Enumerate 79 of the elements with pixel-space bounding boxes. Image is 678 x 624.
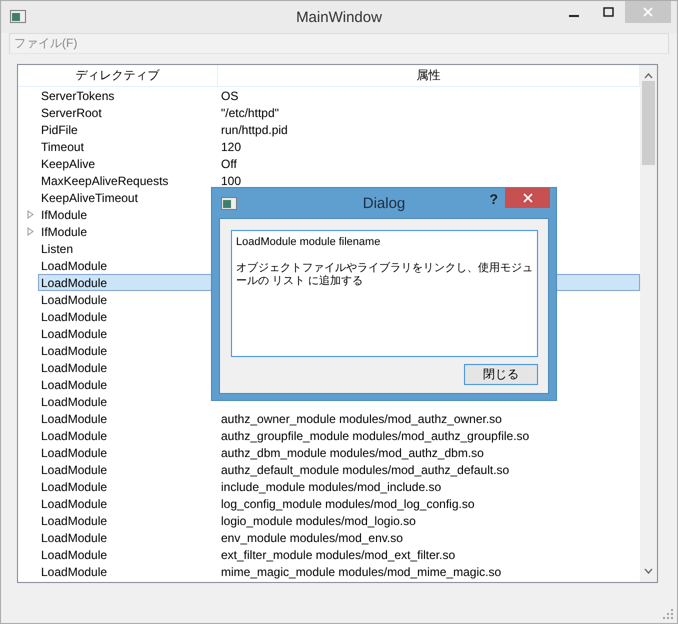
expand-arrow-icon[interactable] <box>26 227 34 236</box>
tree-row[interactable]: ServerRoot "/etc/httpd" <box>38 104 640 121</box>
close-icon <box>643 7 653 17</box>
directive-cell-text: LoadModule <box>40 292 108 306</box>
attribute-cell: log_config_module modules/mod_log_config.so <box>221 496 474 510</box>
directive-cell-text: LoadModule <box>40 462 108 476</box>
attribute-cell: mime_magic_module modules/mod_mime_magic.so <box>221 564 502 578</box>
tree-row[interactable]: LoadModule include_module modules/mod_include.so <box>38 478 640 495</box>
directive-cell-text: LoadModule <box>40 564 108 578</box>
directive-cell-text: LoadModule <box>40 412 108 426</box>
tree-row[interactable]: LoadModule ext_filter_module modules/mod_ext_filter.so <box>38 546 640 563</box>
window-title: MainWindow <box>296 8 382 26</box>
directive-cell-text: MaxKeepAliveRequests <box>40 174 170 188</box>
tree-row[interactable]: LoadModule authz_dbm_module modules/mod_authz_dbm.so <box>38 444 640 461</box>
directive-cell-text: LoadModule <box>40 378 108 392</box>
directive-cell-text: IfModule <box>40 224 88 238</box>
help-button[interactable]: ? <box>489 191 498 207</box>
column-header[interactable]: ディレクティブ <box>18 65 218 86</box>
resize-grip-icon[interactable] <box>663 609 673 619</box>
directive-cell-text: PidFile <box>40 122 79 136</box>
app-icon <box>221 197 237 210</box>
description-box[interactable]: LoadModule module filename オブジェクトファイルやライブラリをリンクし、使用モジュールの リスト に追加する <box>231 230 538 357</box>
tree-row[interactable]: LoadModule env_module modules/mod_env.so <box>38 529 640 546</box>
scroll-up-icon[interactable] <box>644 73 653 79</box>
tree-row[interactable]: Timeout 120 <box>38 138 640 155</box>
attribute-cell: run/httpd.pid <box>221 122 288 136</box>
attribute-cell: authz_dbm_module modules/mod_authz_dbm.so <box>221 446 484 460</box>
tree-row[interactable]: LoadModule authz_owner_module modules/mod_authz_owner.so <box>38 410 640 427</box>
tree-row[interactable]: LoadModule logio_module modules/mod_logio.so <box>38 512 640 529</box>
scroll-thumb[interactable] <box>642 81 655 165</box>
directive-cell-text: LoadModule <box>40 428 108 442</box>
attribute-cell: Off <box>221 156 237 170</box>
attribute-cell: OS <box>221 88 238 102</box>
tree-row[interactable]: LoadModule authz_groupfile_module modules/mod_authz_groupfile.so <box>38 427 640 444</box>
attribute-cell: env_module modules/mod_env.so <box>221 530 403 544</box>
directive-cell-text: LoadModule <box>40 496 108 510</box>
app-icon <box>10 10 26 23</box>
tree-row[interactable]: ServerTokens OS <box>38 87 640 104</box>
expand-arrow-icon[interactable] <box>26 210 34 219</box>
scroll-down-icon[interactable] <box>644 568 653 574</box>
tree-row[interactable]: KeepAlive Off <box>38 155 640 172</box>
attribute-cell: logio_module modules/mod_logio.so <box>221 514 416 528</box>
minimize-icon <box>569 14 579 16</box>
directive-cell-text: LoadModule <box>40 276 108 290</box>
directive-cell-text: LoadModule <box>40 480 108 494</box>
tree-row[interactable]: MaxKeepAliveRequests 100 <box>38 172 640 189</box>
maximize-icon <box>602 7 614 17</box>
directive-cell-text: KeepAlive <box>40 156 96 170</box>
tree-row[interactable]: LoadModule log_config_module modules/mod_log_config.so <box>38 495 640 512</box>
directive-cell-text: ServerTokens <box>40 88 116 102</box>
directive-cell-text: LoadModule <box>40 514 108 528</box>
syntax-text: LoadModule module filename <box>236 236 382 249</box>
directive-cell-text: LoadModule <box>40 326 108 340</box>
dialog-title: Dialog <box>362 194 406 212</box>
directive-cell-text: LoadModule <box>40 446 108 460</box>
attribute-cell: authz_owner_module modules/mod_authz_owner.so <box>221 412 502 426</box>
tree-row[interactable]: LoadModule mime_magic_module modules/mod_mime_magic.so <box>38 563 640 580</box>
attribute-cell: authz_default_module modules/mod_authz_default.so <box>221 462 510 476</box>
directive-cell-text: LoadModule <box>40 310 108 324</box>
attribute-cell: ext_filter_module modules/mod_ext_filter.so <box>221 548 456 562</box>
directive-cell-text: LoadModule <box>40 394 108 408</box>
directive-cell-text: LoadModule <box>40 548 108 562</box>
tree-row[interactable]: PidFile run/httpd.pid <box>38 121 640 138</box>
close-button[interactable] <box>505 188 550 208</box>
attribute-cell: authz_groupfile_module modules/mod_authz_groupfile.so <box>221 428 530 442</box>
attribute-cell: 100 <box>221 174 242 188</box>
attribute-cell: "/etc/httpd" <box>221 106 279 120</box>
directive-cell-text: LoadModule <box>40 344 108 358</box>
directive-cell-text: LoadModule <box>40 530 108 544</box>
tree-row[interactable]: LoadModule authz_default_module modules/mod_authz_default.so <box>38 461 640 478</box>
attribute-cell: 120 <box>221 140 242 154</box>
scrollbar[interactable] <box>640 65 657 582</box>
attribute-cell: include_module modules/mod_include.so <box>221 480 442 494</box>
directive-cell-text: IfModule <box>40 208 88 222</box>
description-text: オブジェクトファイルやライブラリをリンクし、使用モジュールの リスト に追加する <box>236 262 533 288</box>
close-icon <box>522 193 532 203</box>
directive-cell-text: Timeout <box>40 140 85 154</box>
directive-cell-text: ServerRoot <box>40 106 103 120</box>
dialog-close-button[interactable]: 閉じる <box>464 364 538 385</box>
